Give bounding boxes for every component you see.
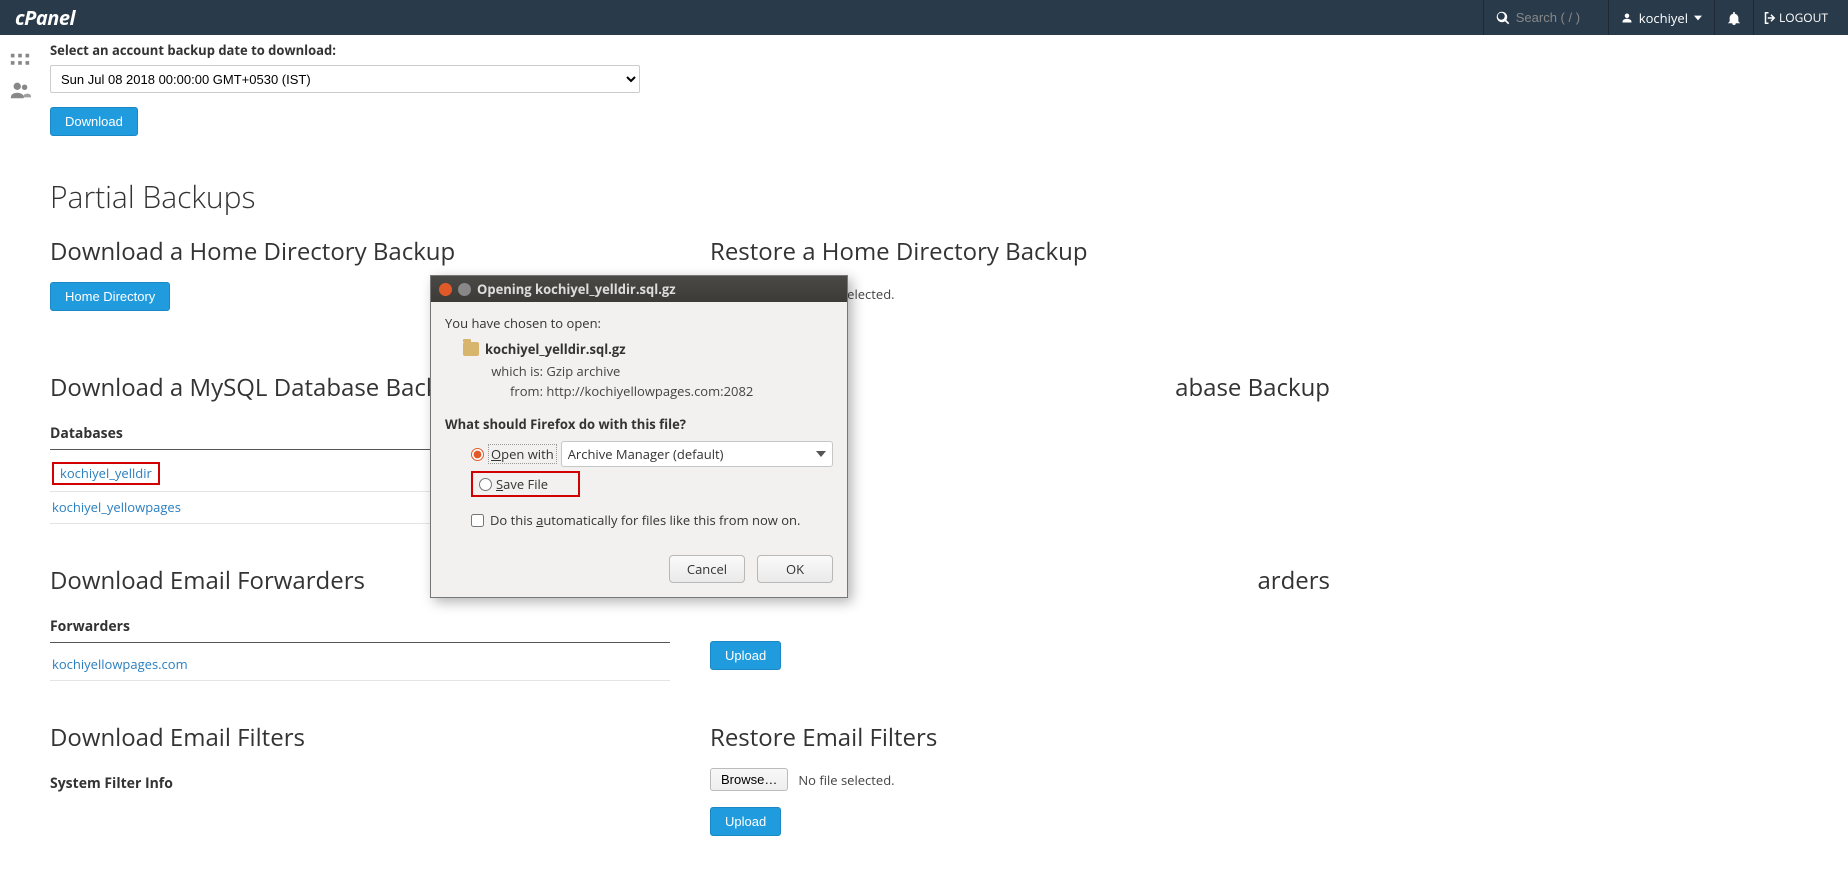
which-is-value: Gzip archive <box>546 362 620 380</box>
filter-info-label: System Filter Info <box>50 768 670 799</box>
search-input[interactable] <box>1516 10 1596 25</box>
header-right: kochiyel LOGOUT <box>1483 0 1838 35</box>
cancel-button[interactable]: Cancel <box>669 555 745 583</box>
notifications-button[interactable] <box>1714 0 1753 35</box>
from-value: http://kochiyellowpages.com:2082 <box>546 382 753 400</box>
open-with-label: Open with <box>488 444 557 464</box>
minimize-icon[interactable] <box>458 283 471 296</box>
dialog-title: Opening kochiyel_yelldir.sql.gz <box>477 280 676 298</box>
user-icon <box>1621 12 1633 24</box>
list-item: kochiyellowpages.com <box>50 649 670 681</box>
logout-button[interactable]: LOGOUT <box>1753 0 1838 35</box>
db-link-yellowpages[interactable]: kochiyel_yellowpages <box>52 498 181 516</box>
sidebar-apps-button[interactable] <box>6 51 34 73</box>
grid-icon <box>9 51 31 73</box>
dialog-intro: You have chosen to open: <box>445 314 833 332</box>
username: kochiyel <box>1639 9 1688 27</box>
logout-label: LOGOUT <box>1779 9 1828 26</box>
download-account-button[interactable]: Download <box>50 107 138 136</box>
auto-label: Do this automatically for files like thi… <box>490 511 800 529</box>
logout-icon <box>1764 12 1776 24</box>
restore-home-title: Restore a Home Directory Backup <box>710 235 1330 268</box>
forwarder-link[interactable]: kochiyellowpages.com <box>52 655 188 673</box>
open-with-radio[interactable] <box>471 448 484 461</box>
save-file-radio[interactable] <box>479 478 492 491</box>
filters-browse-button[interactable]: Browse… <box>710 768 788 791</box>
chevron-down-icon <box>816 451 826 457</box>
download-filters-title: Download Email Filters <box>50 721 670 754</box>
caret-down-icon <box>1694 14 1702 22</box>
restore-filters-title: Restore Email Filters <box>710 721 1330 754</box>
dialog-question: What should Firefox do with this file? <box>445 415 833 433</box>
main-content: Select an account backup date to downloa… <box>40 35 1848 876</box>
download-home-title: Download a Home Directory Backup <box>50 235 670 268</box>
backup-date-select[interactable]: Sun Jul 08 2018 00:00:00 GMT+0530 (IST) <box>50 65 640 93</box>
db-link-yelldir[interactable]: kochiyel_yelldir <box>60 464 152 482</box>
search-wrap[interactable] <box>1483 0 1608 35</box>
ok-button[interactable]: OK <box>757 555 833 583</box>
archive-icon <box>463 342 479 356</box>
top-header: cPanel kochiyel LOGOUT <box>0 0 1848 35</box>
close-icon[interactable] <box>439 283 452 296</box>
which-is-label: which is: <box>489 362 543 382</box>
sidebar <box>0 35 40 107</box>
dialog-titlebar[interactable]: Opening kochiyel_yelldir.sql.gz <box>431 276 847 302</box>
users-icon <box>9 79 31 101</box>
from-label: from: <box>489 382 543 402</box>
home-directory-button[interactable]: Home Directory <box>50 282 170 311</box>
logo[interactable]: cPanel <box>10 4 75 31</box>
backup-date-label: Select an account backup date to downloa… <box>50 41 1838 59</box>
forwarders-label: Forwarders <box>50 611 670 643</box>
app-select-value: Archive Manager (default) <box>568 445 724 463</box>
app-select[interactable]: Archive Manager (default) <box>561 441 833 467</box>
save-file-label: Save File <box>496 475 548 493</box>
search-icon <box>1496 11 1510 25</box>
upload-forwarders-button[interactable]: Upload <box>710 641 781 670</box>
upload-filters-button[interactable]: Upload <box>710 807 781 836</box>
dialog-filename: kochiyel_yelldir.sql.gz <box>485 340 626 358</box>
download-dialog: Opening kochiyel_yelldir.sql.gz You have… <box>430 275 848 598</box>
auto-checkbox[interactable] <box>471 514 484 527</box>
sidebar-users-button[interactable] <box>6 79 34 101</box>
filters-no-file: No file selected. <box>798 771 894 789</box>
user-menu[interactable]: kochiyel <box>1608 0 1714 35</box>
bell-icon <box>1727 11 1741 25</box>
partial-backups-title: Partial Backups <box>50 176 1838 217</box>
